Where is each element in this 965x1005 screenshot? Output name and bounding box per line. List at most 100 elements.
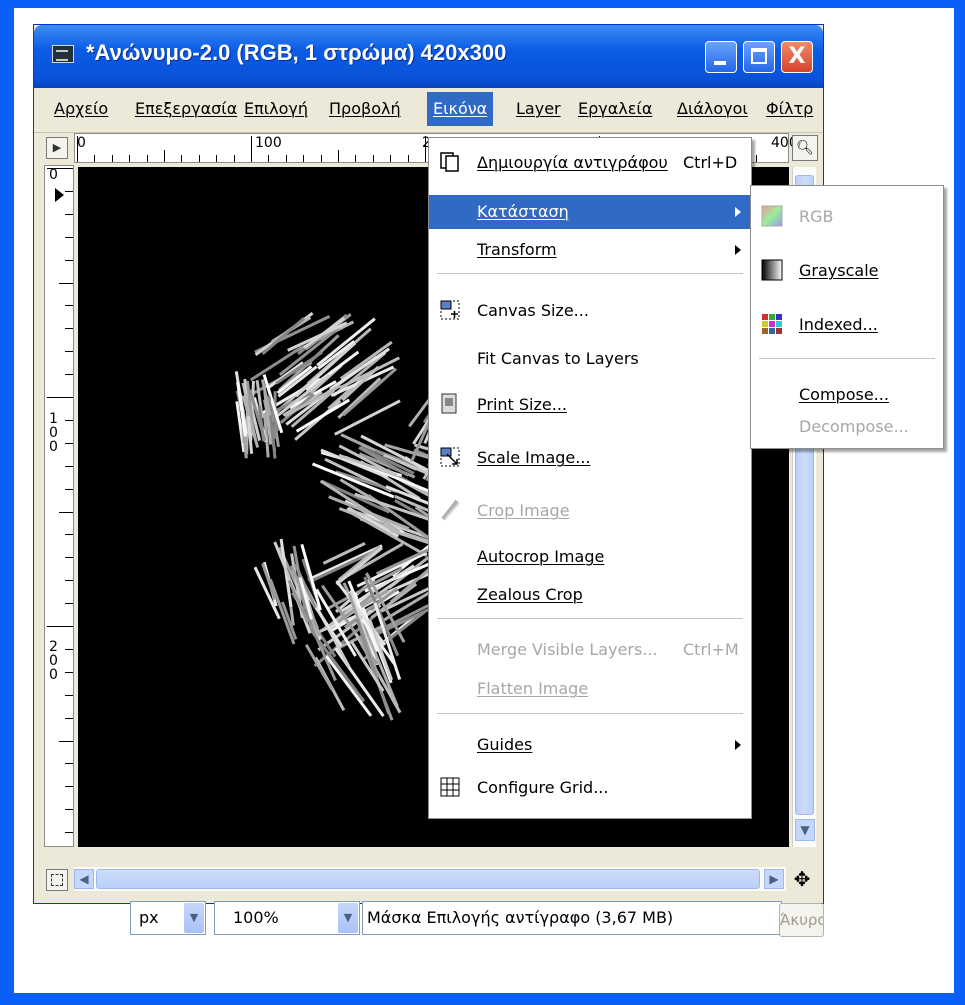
ruler-label: 1 0 0 (49, 411, 58, 455)
menu-item-fit-canvas[interactable]: Fit Canvas to Layers (429, 342, 751, 376)
ruler-tick (65, 442, 73, 444)
menu-item-duplicate[interactable]: Δημιουργία αντιγράφου Ctrl+D (429, 146, 751, 180)
menu-item-guides[interactable]: Guides (429, 728, 751, 762)
submenu-arrow-icon (735, 740, 741, 750)
ruler-tick (65, 190, 73, 192)
ruler-tick (77, 136, 78, 162)
ruler-tick (94, 155, 96, 162)
zoom-button[interactable]: 🔍︎ (792, 135, 818, 161)
menu-item-print-size[interactable]: Print Size... (429, 388, 751, 422)
ruler-tick (65, 832, 73, 834)
ruler-tick (65, 351, 73, 353)
ruler-tick (59, 740, 73, 742)
zoom-select[interactable]: 100% ▼ (214, 901, 360, 935)
menu-edit[interactable]: Επεξεργασία (135, 99, 237, 118)
brush-stroke (317, 340, 356, 370)
ruler-tick (216, 155, 218, 162)
menu-filters[interactable]: Φίλτρ (766, 99, 813, 118)
ruler-tick (372, 155, 374, 162)
scroll-left-arrow-icon[interactable]: ◀ (74, 869, 94, 889)
ruler-tick (251, 136, 252, 162)
ruler-tick (65, 786, 73, 788)
ruler-tick (47, 168, 73, 169)
menu-item-compose[interactable]: Compose... (751, 378, 943, 412)
menu-item-canvas-size[interactable]: Canvas Size... (429, 294, 751, 328)
menu-item-merge-visible[interactable]: Merge Visible Layers... Ctrl+M (429, 633, 751, 667)
ruler-tick (65, 603, 73, 605)
menu-separator (759, 358, 935, 359)
menu-layer[interactable]: Layer (516, 99, 561, 118)
ruler-tick (65, 809, 73, 811)
ruler-tick (65, 648, 73, 650)
menu-view[interactable]: Προβολή (329, 99, 401, 118)
menu-item-decompose[interactable]: Decompose... (751, 410, 943, 444)
ruler-tick (47, 626, 73, 627)
submenu-arrow-icon (735, 207, 741, 217)
canvas-size-icon (439, 299, 461, 321)
ruler-tick (425, 136, 426, 162)
menu-item-grayscale[interactable]: Grayscale (751, 254, 943, 288)
menu-item-rgb[interactable]: RGB (751, 200, 943, 234)
menu-tools[interactable]: Εργαλεία (578, 99, 652, 118)
chevron-down-icon: ▼ (184, 903, 204, 933)
menu-item-mode[interactable]: Κατάσταση (429, 195, 751, 229)
close-icon: X (788, 44, 806, 69)
status-bar: px ▼ 100% ▼ Μάσκα Επιλογής αντίγραφο (3,… (44, 899, 816, 939)
submenu-arrow-icon (735, 245, 741, 255)
menu-item-autocrop[interactable]: Autocrop Image (429, 540, 751, 574)
menu-item-zealous-crop[interactable]: Zealous Crop (429, 578, 751, 612)
duplicate-icon (439, 151, 461, 173)
scale-image-icon (439, 446, 461, 468)
menu-item-transform[interactable]: Transform (429, 233, 751, 267)
menu-bar: Αρχείο Επεξεργασία Επιλογή Προβολή Εικόν… (34, 88, 823, 133)
menu-item-scale-image[interactable]: Scale Image... (429, 441, 751, 475)
scroll-down-arrow-icon[interactable]: ▼ (795, 819, 815, 841)
ruler-tick (65, 259, 73, 261)
ruler-tick (181, 155, 183, 162)
minimize-button[interactable] (705, 41, 737, 73)
unit-select[interactable]: px ▼ (130, 901, 206, 935)
status-message: Μάσκα Επιλογής αντίγραφο (3,67 MB) (362, 901, 782, 935)
ruler-tick (355, 155, 357, 162)
ruler-tick (338, 150, 339, 162)
gimp-app-icon[interactable] (52, 45, 74, 63)
horizontal-scroll-thumb[interactable] (96, 869, 760, 889)
ruler-tick (65, 717, 73, 719)
brush-stroke (303, 316, 346, 349)
maximize-icon (751, 48, 767, 64)
ruler-tick (65, 465, 73, 467)
ruler-tick (59, 282, 73, 284)
ruler-tick (755, 155, 757, 162)
horizontal-scrollbar[interactable]: ◀ ▶ (74, 867, 786, 891)
menu-item-indexed[interactable]: Indexed... (751, 308, 943, 342)
menu-item-crop-image[interactable]: Crop Image (429, 494, 751, 528)
ruler-tick (65, 557, 73, 559)
close-button[interactable]: X (781, 41, 813, 73)
ruler-tick (65, 213, 73, 215)
quick-mask-button[interactable] (46, 869, 68, 891)
menu-file[interactable]: Αρχείο (54, 99, 108, 118)
menu-item-configure-grid[interactable]: Configure Grid... (429, 771, 751, 805)
navigate-icon: ▶ (52, 141, 62, 154)
ruler-tick (390, 155, 392, 162)
menu-dialogs[interactable]: Διάλογοι (677, 99, 748, 118)
ruler-tick (65, 328, 73, 330)
ruler-tick (65, 580, 73, 582)
chevron-down-icon: ▼ (338, 903, 358, 933)
ruler-tick (111, 155, 113, 162)
ruler-tick (65, 534, 73, 536)
menu-separator (437, 273, 743, 274)
ruler-label: 100 (255, 135, 282, 151)
navigate-move-icon[interactable]: ✥ (790, 867, 814, 891)
maximize-button[interactable] (743, 41, 775, 73)
menu-image[interactable]: Εικόνα (427, 92, 494, 126)
menu-item-flatten[interactable]: Flatten Image (429, 672, 751, 706)
ruler-tick (65, 374, 73, 376)
scroll-right-arrow-icon[interactable]: ▶ (764, 869, 784, 889)
cancel-button[interactable]: Άκυρο (779, 903, 824, 937)
vertical-ruler[interactable]: 0 1 0 0 2 0 0 (44, 165, 74, 847)
ruler-tick (65, 419, 73, 421)
navigate-button[interactable]: ▶ (46, 137, 68, 159)
title-bar[interactable]: *Ανώνυμο-2.0 (RGB, 1 στρώμα) 420x300 X (34, 25, 823, 88)
menu-select[interactable]: Επιλογή (244, 99, 308, 118)
